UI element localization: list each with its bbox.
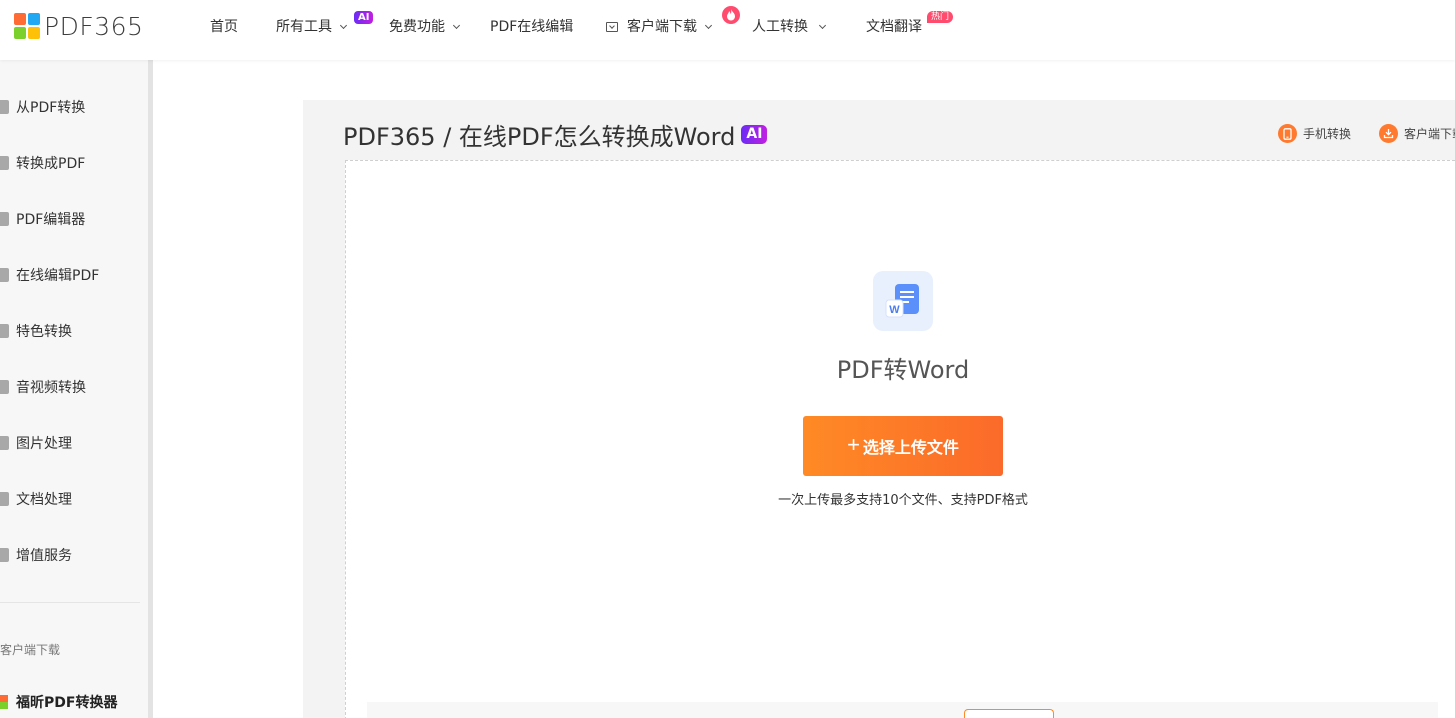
sidebar-item-label: 转换成PDF: [16, 156, 86, 172]
sidebar-item-value-added[interactable]: 增值服务: [0, 545, 72, 565]
pdf-editor-icon: [0, 212, 9, 226]
nav-all-tools[interactable]: 所有工具: [276, 16, 348, 36]
hot-badge: 热门: [927, 11, 954, 23]
chevron-down-icon: [704, 21, 713, 30]
nav-home[interactable]: 首页: [210, 16, 238, 36]
sidebar-item-image-processing[interactable]: 图片处理: [0, 433, 72, 453]
sidebar-item-label: 增值服务: [16, 548, 72, 564]
nav-pdf-online-edit[interactable]: PDF在线编辑: [490, 16, 573, 36]
mobile-convert-label: 手机转换: [1303, 127, 1352, 141]
select-upload-file-button[interactable]: + 选择上传文件: [803, 416, 1003, 476]
pdf365-logo[interactable]: PDF365: [14, 11, 144, 41]
mobile-convert-link[interactable]: 手机转换: [1278, 124, 1351, 143]
document-icon: [0, 492, 9, 506]
app-logo-icon: [0, 695, 8, 709]
sidebar-item-label: 在线编辑PDF: [16, 268, 100, 284]
sidebar-item-label: PDF编辑器: [16, 212, 86, 228]
sidebar-app-link[interactable]: 福昕PDF转换器: [0, 692, 117, 712]
fire-icon: [722, 6, 740, 24]
sidebar-item-label: 文档处理: [16, 492, 72, 508]
sidebar-item-audio-video[interactable]: 音视频转换: [0, 377, 86, 397]
download-icon: [1379, 124, 1398, 143]
tool-name: PDF转Word: [836, 356, 970, 384]
nav-client-download-label: 客户端下载: [627, 19, 697, 35]
image-icon: [0, 436, 9, 450]
ai-badge: AI: [354, 11, 374, 24]
four-square-logo-icon: [14, 13, 40, 39]
special-convert-icon: [0, 324, 9, 338]
download-icon: [606, 22, 618, 32]
sidebar-item-doc-processing[interactable]: 文档处理: [0, 489, 72, 509]
page-title-text: PDF365 / 在线PDF怎么转换成Word: [343, 123, 736, 151]
value-added-icon: [0, 548, 9, 562]
nav-free-features-label: 免费功能: [389, 19, 445, 35]
sidebar-section-label: 客户端下载: [0, 643, 61, 657]
sidebar-divider: [0, 602, 140, 603]
sidebar-app-label: 福昕PDF转换器: [16, 695, 118, 711]
nav-doc-translate-label: 文档翻译: [866, 19, 922, 35]
word-document-icon: W: [873, 271, 933, 331]
top-navigation-bar: PDF365 首页 所有工具 AI 免费功能 PDF在线编辑 客户端下载 人工转…: [0, 0, 1455, 60]
sidebar-item-pdf-editor[interactable]: PDF编辑器: [0, 209, 85, 229]
nav-home-label: 首页: [210, 19, 238, 35]
sidebar-item-label: 图片处理: [16, 436, 72, 452]
sidebar-item-online-edit-pdf[interactable]: 在线编辑PDF: [0, 265, 99, 285]
sidebar-item-label: 音视频转换: [16, 380, 86, 396]
chevron-down-icon: [339, 21, 348, 30]
client-download-link[interactable]: 客户端下载: [1379, 124, 1455, 143]
client-download-label: 客户端下载: [1404, 127, 1455, 141]
upload-hint: 一次上传最多支持10个文件、支持PDF格式: [778, 493, 1028, 508]
sidebar-item-from-pdf[interactable]: 从PDF转换: [0, 97, 85, 117]
bottom-strip: [367, 702, 1438, 718]
convert-from-pdf-icon: [0, 100, 9, 114]
upload-button-label: 选择上传文件: [862, 440, 959, 457]
mobile-phone-icon: [1278, 124, 1297, 143]
nav-doc-translate[interactable]: 文档翻译: [866, 16, 922, 36]
sidebar-item-label: 从PDF转换: [16, 100, 86, 116]
convert-to-pdf-icon: [0, 156, 9, 170]
page-title: PDF365 / 在线PDF怎么转换成Word AI: [343, 117, 768, 152]
audio-video-icon: [0, 380, 9, 394]
ai-badge: AI: [741, 125, 768, 144]
nav-pdf-online-edit-label: PDF在线编辑: [490, 19, 574, 35]
chevron-down-icon: [452, 21, 461, 30]
sidebar-item-special-convert[interactable]: 特色转换: [0, 321, 72, 341]
nav-human-convert[interactable]: 人工转换: [752, 16, 827, 36]
sidebar-item-label: 特色转换: [16, 324, 72, 340]
logo-text: PDF365: [44, 11, 144, 41]
nav-human-convert-label: 人工转换: [752, 19, 808, 35]
word-letter: W: [889, 304, 900, 316]
sidebar-item-to-pdf[interactable]: 转换成PDF: [0, 153, 85, 173]
online-edit-icon: [0, 268, 9, 282]
nav-free-features[interactable]: 免费功能: [389, 16, 461, 36]
bottom-action-button[interactable]: [964, 709, 1054, 718]
nav-all-tools-label: 所有工具: [276, 19, 332, 35]
nav-client-download[interactable]: 客户端下载: [606, 16, 713, 36]
plus-icon: +: [847, 432, 860, 457]
chevron-down-icon: [818, 21, 827, 30]
